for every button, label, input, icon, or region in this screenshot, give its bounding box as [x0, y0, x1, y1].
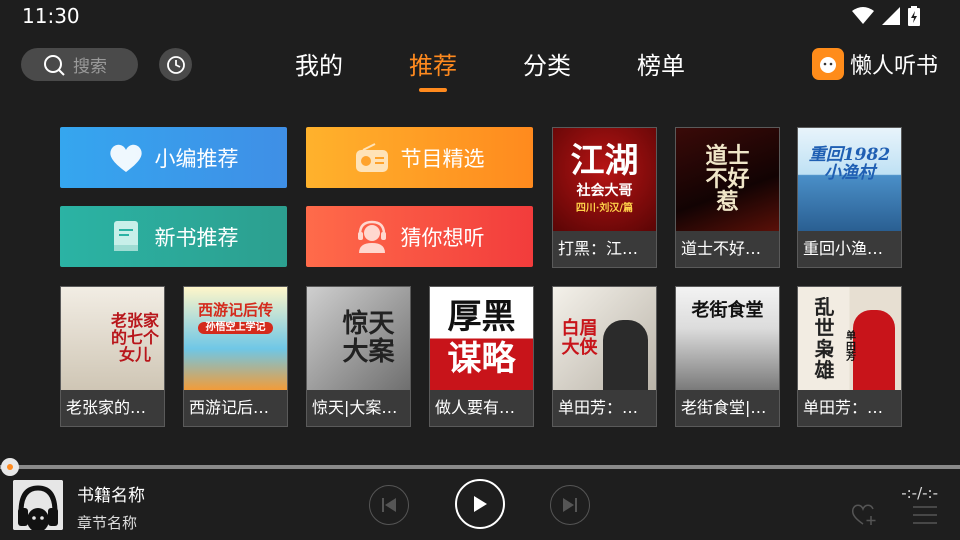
playback-time: -:-/-:- [901, 484, 938, 502]
editor-picks-label: 小编推荐 [154, 146, 239, 171]
now-playing-chapter: 章节名称 [77, 514, 138, 532]
featured-programs-button[interactable]: 节目精选 [306, 127, 533, 188]
cover-title: 白眉大侠 [561, 317, 598, 358]
book-title: 惊天|大案… [312, 398, 398, 417]
book-icon [109, 220, 143, 254]
brand-logo-icon [811, 48, 844, 80]
search-bar[interactable]: 搜索 [21, 48, 138, 81]
tab-recommend[interactable]: 推荐 [376, 48, 490, 92]
new-books-button[interactable]: 新书推荐 [60, 206, 287, 267]
search-placeholder: 搜索 [73, 57, 107, 77]
book-cover: 惊天大案 [307, 287, 410, 390]
progress-track[interactable] [0, 465, 960, 469]
now-playing-book: 书籍名称 [77, 486, 145, 506]
book-card[interactable]: 老张家的七个女儿 老张家的… [60, 286, 165, 427]
cover-title: 老街食堂 [691, 299, 764, 321]
book-cover: 老张家的七个女儿 [61, 287, 164, 390]
guess-you-like-label: 猜你想听 [400, 225, 485, 250]
cover-author: 四川·刘汉/篇 [575, 203, 634, 215]
cover-title: 道士不好惹 [705, 142, 750, 216]
cover-title: 乱世枭雄 [814, 294, 835, 382]
play-icon [474, 496, 487, 512]
book-cover: 老街食堂 [676, 287, 779, 390]
book-card[interactable]: 乱世枭雄 单田芳 单田芳：… [797, 286, 902, 427]
book-title: 打黑：江… [558, 239, 639, 258]
cover-title: 江湖 [570, 141, 639, 182]
book-cover: 西游记后传 孙悟空上学记 [184, 287, 287, 390]
previous-button[interactable] [369, 485, 409, 525]
new-books-label: 新书推荐 [154, 225, 239, 250]
status-time: 11:30 [22, 4, 80, 28]
next-button[interactable] [550, 485, 590, 525]
wifi-icon [852, 7, 874, 24]
book-title: 老街食堂|… [681, 398, 767, 417]
editor-picks-button[interactable]: 小编推荐 [60, 127, 287, 188]
playlist-button[interactable] [912, 504, 938, 530]
favorite-button[interactable] [851, 504, 878, 530]
progress-thumb[interactable] [1, 458, 19, 476]
status-icons [852, 6, 920, 26]
book-title: 老张家的… [66, 398, 147, 417]
heart-add-icon [851, 504, 876, 525]
cover-title: 惊天大案 [342, 309, 395, 367]
history-button[interactable] [159, 48, 192, 81]
book-card[interactable]: 惊天大案 惊天|大案… [306, 286, 411, 427]
book-title: 单田芳：… [803, 398, 884, 417]
signal-icon [882, 7, 900, 25]
book-card[interactable]: 重回1982小渔村 重回小渔… [797, 127, 902, 268]
skip-next-icon [563, 498, 577, 512]
book-card[interactable]: 老街食堂 老街食堂|… [675, 286, 780, 427]
guess-you-like-button[interactable]: 猜你想听 [306, 206, 533, 267]
skip-previous-icon [382, 498, 396, 512]
clock-icon [166, 55, 185, 74]
featured-programs-label: 节目精选 [400, 146, 485, 171]
book-title: 西游记后… [189, 398, 270, 417]
battery-icon [908, 6, 920, 26]
book-card[interactable]: 西游记后传 孙悟空上学记 西游记后… [183, 286, 288, 427]
book-cover: 白眉大侠 [553, 287, 656, 390]
playlist-icon [913, 506, 937, 524]
cover-subtitle: 谋略 [447, 338, 516, 379]
book-cover: 道士不好惹 [676, 128, 779, 231]
book-title: 单田芳：… [558, 398, 639, 417]
brand: 懒人听书 [811, 48, 938, 80]
book-card[interactable]: 白眉大侠 单田芳：… [552, 286, 657, 427]
cover-subtitle: 单田芳 [846, 331, 856, 363]
tab-category[interactable]: 分类 [490, 48, 604, 88]
headset-user-icon [355, 220, 389, 254]
search-icon [44, 54, 65, 76]
brand-name: 懒人听书 [849, 54, 938, 79]
heart-icon [109, 141, 143, 175]
cover-title: 厚黑 [447, 296, 516, 337]
cover-title: 老张家的七个女儿 [110, 311, 159, 364]
cover-subtitle: 社会大哥 [576, 182, 633, 199]
book-cover: 江湖 社会大哥 四川·刘汉/篇 [553, 128, 656, 231]
book-title: 道士不好… [681, 239, 762, 258]
tab-ranking[interactable]: 榜单 [604, 48, 718, 88]
now-playing-cover[interactable] [13, 480, 63, 530]
tab-mine[interactable]: 我的 [262, 48, 376, 88]
cover-title: 西游记后传 [197, 300, 273, 319]
book-card[interactable]: 江湖 社会大哥 四川·刘汉/篇 打黑：江… [552, 127, 657, 268]
book-cover: 厚黑 谋略 [430, 287, 533, 390]
book-card[interactable]: 厚黑 谋略 做人要有… [429, 286, 534, 427]
book-title: 重回小渔… [803, 239, 884, 258]
cover-subtitle: 孙悟空上学记 [197, 321, 273, 335]
book-cover: 重回1982小渔村 [798, 128, 901, 231]
main-tabs: 我的 推荐 分类 榜单 [262, 48, 718, 92]
book-card[interactable]: 道士不好惹 道士不好… [675, 127, 780, 268]
book-cover: 乱世枭雄 单田芳 [798, 287, 901, 390]
book-title: 做人要有… [435, 398, 516, 417]
radio-icon [355, 141, 389, 175]
cover-title: 重回1982小渔村 [808, 144, 891, 183]
headphones-avatar-icon [13, 480, 63, 530]
play-button[interactable] [455, 479, 505, 529]
